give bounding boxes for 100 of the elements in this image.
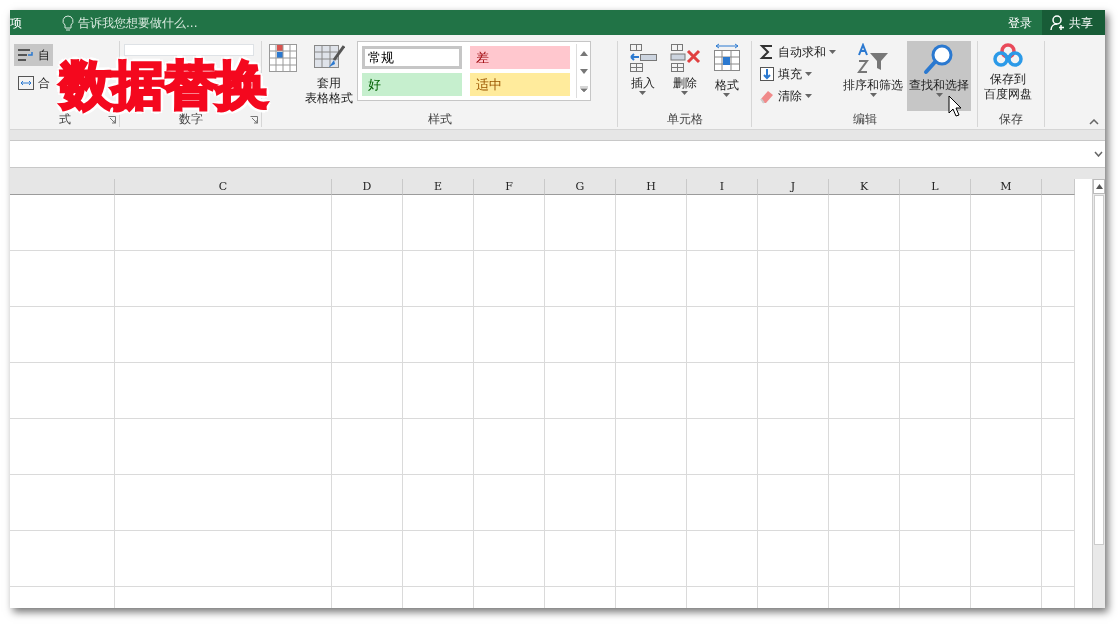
- table-cell[interactable]: [545, 419, 616, 475]
- table-cell[interactable]: [900, 475, 971, 531]
- column-header[interactable]: H: [616, 179, 687, 195]
- table-cell[interactable]: [10, 195, 115, 251]
- column-header[interactable]: M: [971, 179, 1042, 195]
- table-cell[interactable]: [403, 195, 474, 251]
- table-cell[interactable]: [403, 307, 474, 363]
- table-cell[interactable]: [474, 531, 545, 587]
- table-cell[interactable]: [1042, 307, 1075, 363]
- table-cell[interactable]: [474, 195, 545, 251]
- table-cell[interactable]: [687, 531, 758, 587]
- table-cell[interactable]: [829, 475, 900, 531]
- table-cell[interactable]: [115, 195, 332, 251]
- column-header[interactable]: J: [758, 179, 829, 195]
- table-cell[interactable]: [971, 419, 1042, 475]
- column-header[interactable]: I: [687, 179, 758, 195]
- table-cell[interactable]: [1042, 251, 1075, 307]
- share-button[interactable]: 共享: [1042, 10, 1105, 35]
- dialog-launcher-icon[interactable]: [250, 116, 258, 124]
- ribbon-button[interactable]: 套用 表格格式: [303, 41, 355, 111]
- ribbon-button[interactable]: 合: [14, 72, 53, 94]
- ribbon-button[interactable]: 查找和选择: [907, 41, 971, 111]
- column-header[interactable]: C: [115, 179, 332, 195]
- table-cell[interactable]: [687, 363, 758, 419]
- table-cell[interactable]: [115, 531, 332, 587]
- collapse-ribbon-icon[interactable]: [1089, 119, 1099, 125]
- table-cell[interactable]: [10, 475, 115, 531]
- table-cell[interactable]: [758, 307, 829, 363]
- table-cell[interactable]: [829, 531, 900, 587]
- table-cell[interactable]: [900, 531, 971, 587]
- table-cell[interactable]: [545, 195, 616, 251]
- table-cell[interactable]: [474, 307, 545, 363]
- column-header[interactable]: K: [829, 179, 900, 195]
- table-cell[interactable]: [900, 307, 971, 363]
- table-cell[interactable]: [332, 195, 403, 251]
- table-cell[interactable]: [758, 195, 829, 251]
- number-format-field[interactable]: [124, 44, 254, 56]
- column-header[interactable]: L: [900, 179, 971, 195]
- table-cell[interactable]: [332, 363, 403, 419]
- cell-style-swatch[interactable]: 适中: [470, 73, 570, 96]
- cell-style-swatch[interactable]: 好: [362, 73, 462, 96]
- ribbon-button[interactable]: 保存到 百度网盘: [982, 41, 1034, 111]
- table-cell[interactable]: [545, 531, 616, 587]
- table-cell[interactable]: [687, 251, 758, 307]
- ribbon-button[interactable]: 格式: [706, 41, 747, 111]
- table-cell[interactable]: [403, 531, 474, 587]
- table-cell[interactable]: [971, 531, 1042, 587]
- table-cell[interactable]: [758, 475, 829, 531]
- table-cell[interactable]: [829, 307, 900, 363]
- table-cell[interactable]: [403, 419, 474, 475]
- table-cell[interactable]: [115, 251, 332, 307]
- table-cell[interactable]: [1042, 531, 1075, 587]
- table-cell[interactable]: [474, 475, 545, 531]
- table-cell[interactable]: [900, 251, 971, 307]
- table-cell[interactable]: [10, 251, 115, 307]
- column-header[interactable]: [10, 179, 115, 195]
- table-cell[interactable]: [115, 419, 332, 475]
- table-cell[interactable]: [971, 307, 1042, 363]
- scrollbar-thumb[interactable]: [1094, 195, 1104, 545]
- table-cell[interactable]: [10, 307, 115, 363]
- table-cell[interactable]: [616, 195, 687, 251]
- ribbon-tab[interactable]: 项: [10, 13, 34, 32]
- chevron-down-icon[interactable]: [1094, 151, 1103, 157]
- table-cell[interactable]: [971, 475, 1042, 531]
- table-cell[interactable]: [687, 307, 758, 363]
- table-cell[interactable]: [616, 531, 687, 587]
- scroll-up-icon[interactable]: [1093, 179, 1105, 194]
- table-cell[interactable]: [829, 419, 900, 475]
- table-cell[interactable]: [10, 419, 115, 475]
- table-cell[interactable]: [115, 363, 332, 419]
- table-cell[interactable]: [616, 307, 687, 363]
- table-cell[interactable]: [1042, 195, 1075, 251]
- table-cell[interactable]: [545, 363, 616, 419]
- table-cell[interactable]: [115, 307, 332, 363]
- table-cell[interactable]: [332, 307, 403, 363]
- column-header[interactable]: [1042, 179, 1075, 195]
- table-cell[interactable]: [474, 363, 545, 419]
- table-cell[interactable]: [332, 419, 403, 475]
- table-cell[interactable]: [545, 251, 616, 307]
- table-cell[interactable]: [545, 307, 616, 363]
- sign-in-link[interactable]: 登录: [1008, 13, 1032, 32]
- table-cell[interactable]: [115, 475, 332, 531]
- table-cell[interactable]: [687, 475, 758, 531]
- table-cell[interactable]: [758, 531, 829, 587]
- table-cell[interactable]: [332, 251, 403, 307]
- table-cell[interactable]: [403, 251, 474, 307]
- table-cell[interactable]: [971, 363, 1042, 419]
- table-cell[interactable]: [10, 363, 115, 419]
- table-cell[interactable]: [687, 195, 758, 251]
- table-cell[interactable]: [687, 419, 758, 475]
- table-cell[interactable]: [758, 419, 829, 475]
- table-cell[interactable]: [616, 363, 687, 419]
- column-header[interactable]: D: [332, 179, 403, 195]
- ribbon-button[interactable]: 自: [14, 44, 53, 66]
- table-cell[interactable]: [971, 195, 1042, 251]
- table-cell[interactable]: [403, 475, 474, 531]
- vertical-scrollbar[interactable]: [1092, 179, 1105, 608]
- table-cell[interactable]: [545, 475, 616, 531]
- table-cell[interactable]: [332, 475, 403, 531]
- table-cell[interactable]: [900, 195, 971, 251]
